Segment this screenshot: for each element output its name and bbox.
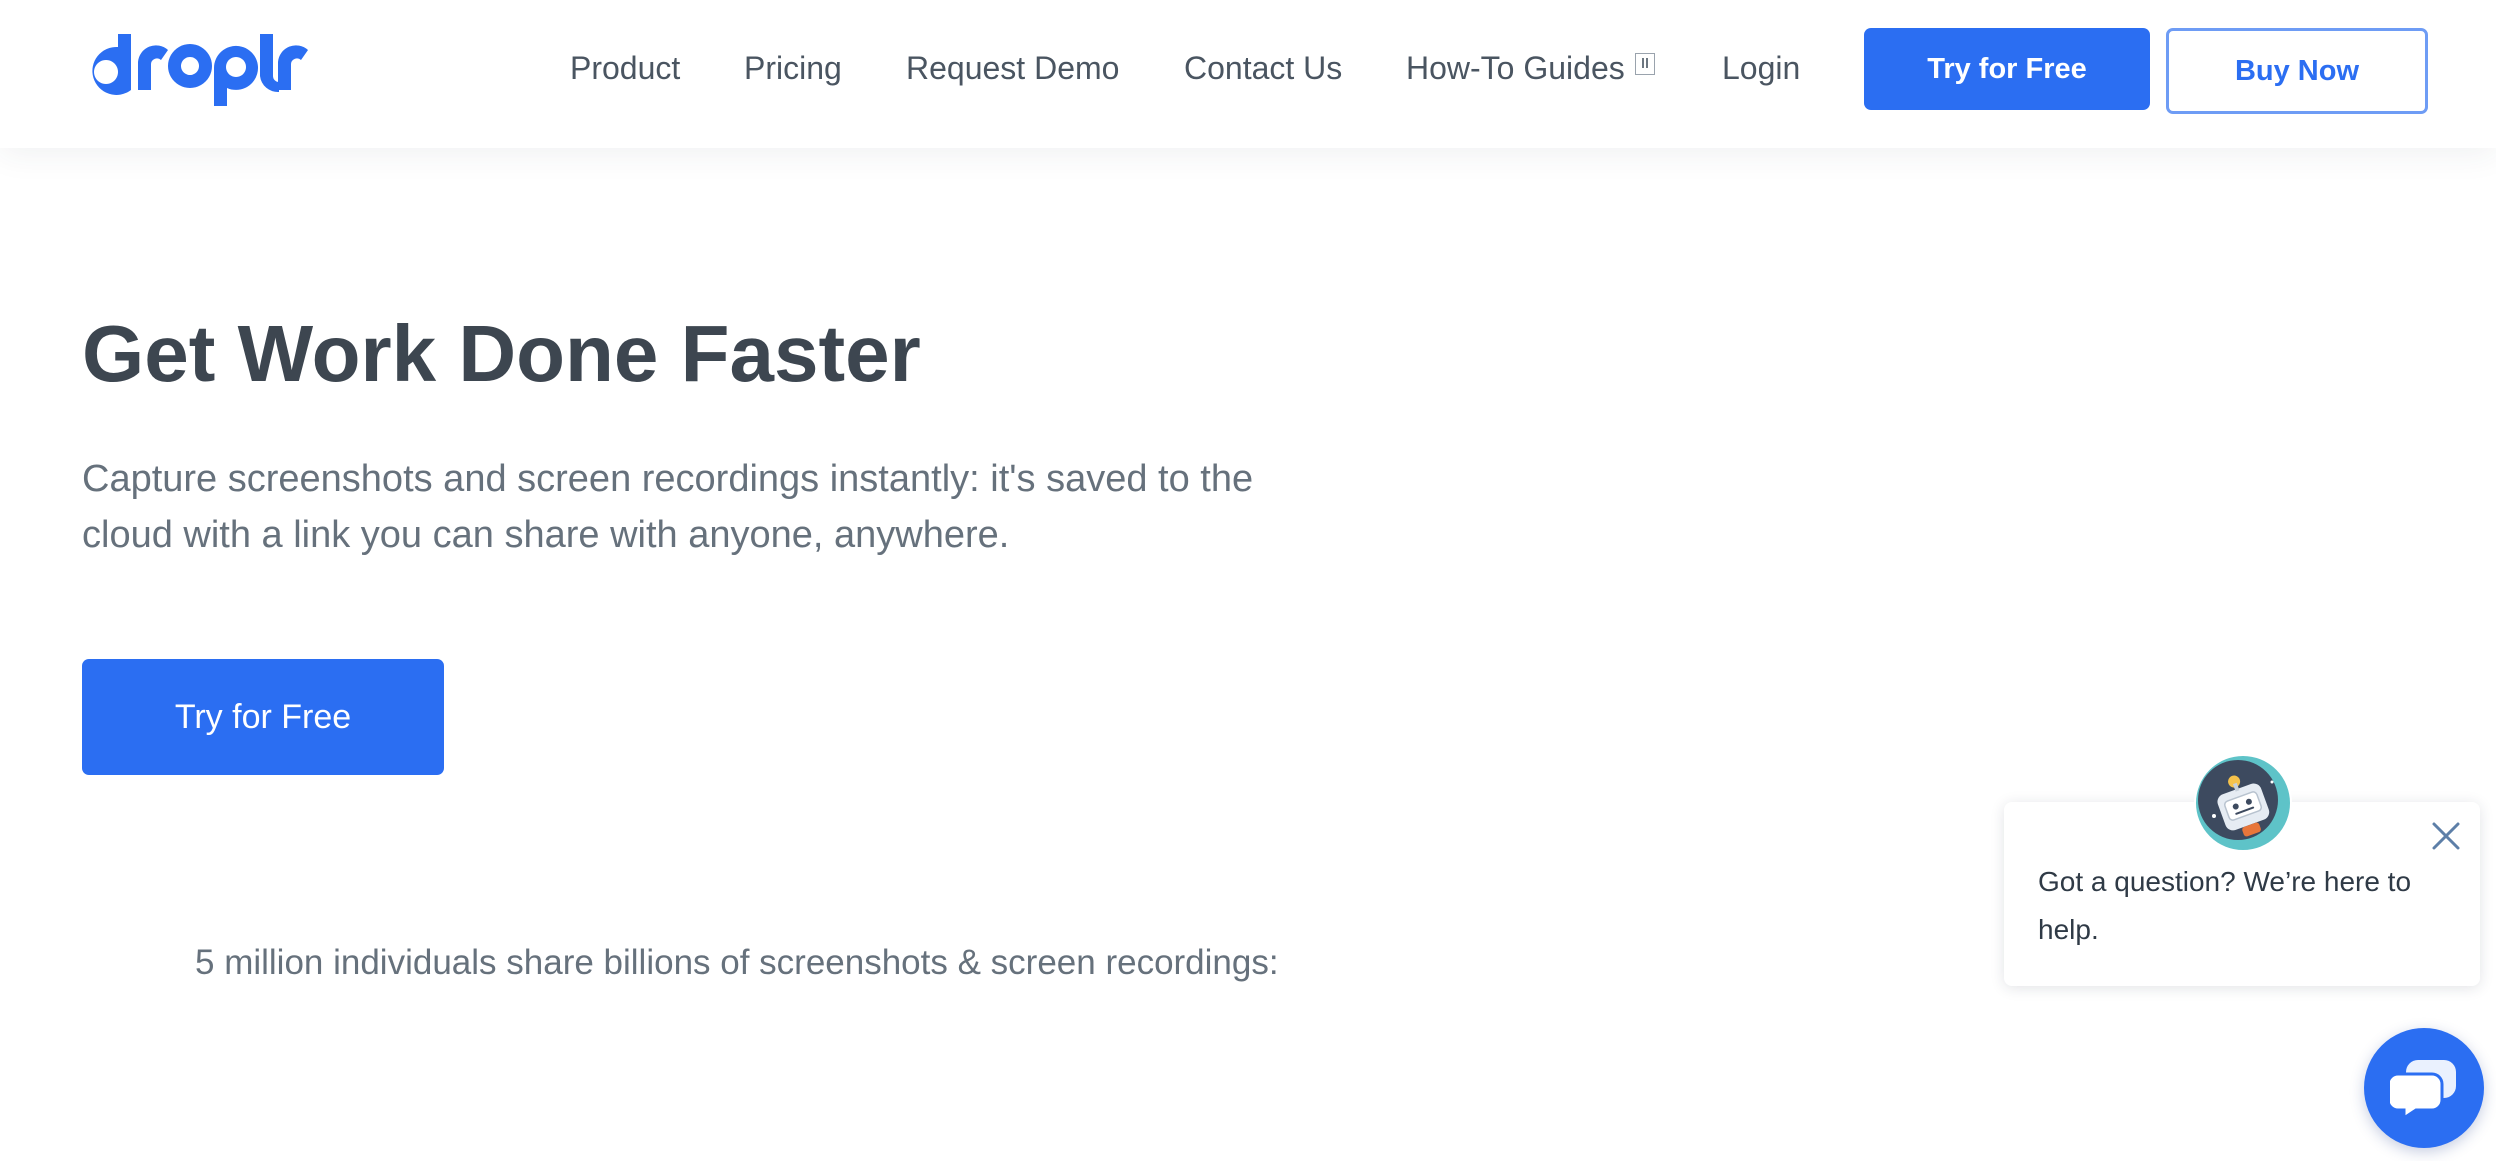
nav-login[interactable]: Login <box>1722 48 1800 88</box>
social-proof-text: 5 million individuals share billions of … <box>195 943 1279 982</box>
hero-try-for-free-button[interactable]: Try for Free <box>82 659 444 775</box>
buy-now-button[interactable]: Buy Now <box>2166 28 2428 114</box>
nav-product[interactable]: Product <box>570 48 680 88</box>
site-header: Product Pricing Request Demo Contact Us … <box>0 0 2496 148</box>
close-icon[interactable] <box>2428 818 2464 854</box>
nav-request-demo[interactable]: Request Demo <box>906 48 1119 88</box>
hero-title: Get Work Done Faster <box>82 309 921 398</box>
robot-avatar-icon <box>2194 754 2292 852</box>
nav-how-to-guides[interactable]: How-To Guides <box>1406 48 1655 88</box>
nav-how-to-guides-label: How-To Guides <box>1406 50 1625 86</box>
chat-bubble-icon <box>2390 1060 2456 1120</box>
hero-subtitle: Capture screenshots and screen recording… <box>82 458 1254 556</box>
nav-contact-us[interactable]: Contact Us <box>1184 48 1342 88</box>
chat-launcher-button[interactable] <box>2364 1028 2484 1148</box>
nav-pricing[interactable]: Pricing <box>744 48 842 88</box>
external-link-icon <box>1634 53 1655 75</box>
chat-message: Got a question? We’re here to help. <box>2038 866 2412 945</box>
header-try-for-free-button[interactable]: Try for Free <box>1864 28 2150 110</box>
